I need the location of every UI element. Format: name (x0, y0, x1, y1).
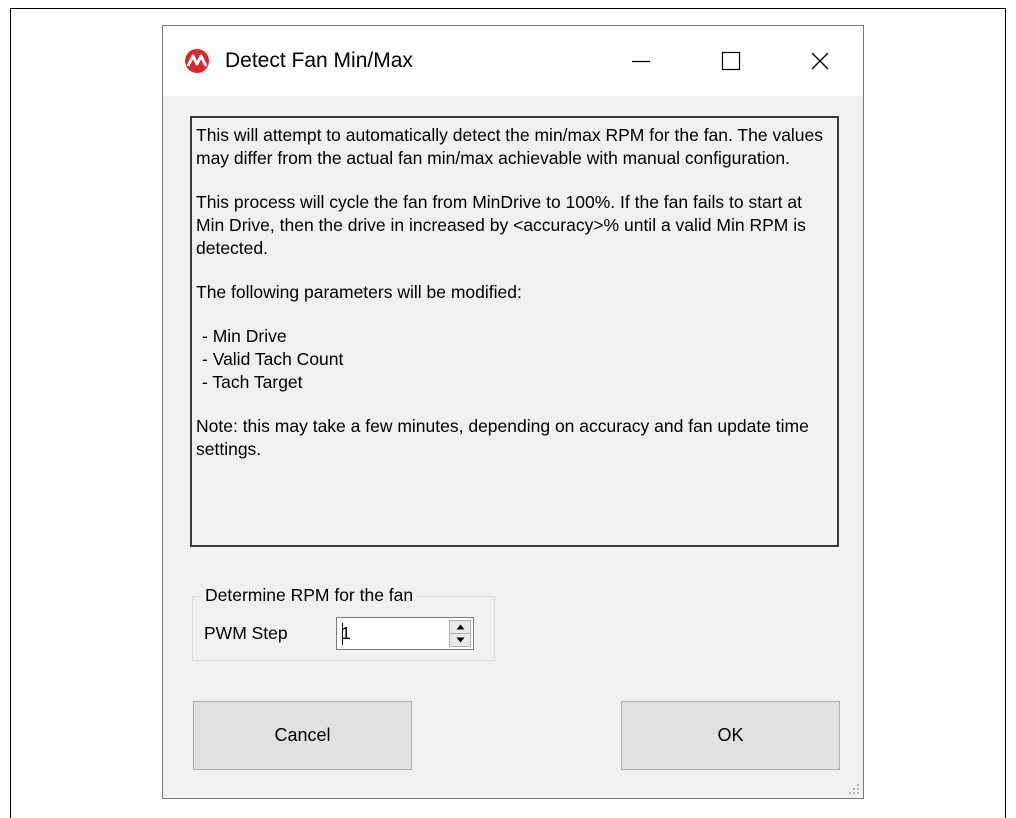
cancel-button[interactable]: Cancel (193, 701, 412, 770)
rpm-groupbox: Determine RPM for the fan PWM Step 1 (192, 584, 495, 661)
description-intro: This will attempt to automatically detec… (196, 125, 824, 168)
close-button[interactable] (775, 26, 865, 96)
parameter-item: - Tach Target (202, 372, 303, 392)
window-title: Detect Fan Min/Max (225, 49, 413, 72)
groupbox-legend: Determine RPM for the fan (202, 584, 417, 606)
minimize-button[interactable] (596, 26, 686, 96)
description-box: This will attempt to automatically detec… (190, 116, 839, 547)
increment-button[interactable] (450, 621, 470, 634)
title-bar[interactable]: Detect Fan Min/Max (163, 26, 863, 96)
app-logo-icon (185, 49, 209, 73)
description-process: This process will cycle the fan from Min… (196, 192, 806, 258)
arrow-down-icon (456, 637, 464, 643)
description-params-heading: The following parameters will be modifie… (196, 282, 522, 302)
ok-button[interactable]: OK (621, 701, 840, 770)
pwm-step-stepper[interactable]: 1 (336, 617, 474, 650)
detect-fan-dialog: Detect Fan Min/Max This will attempt to … (162, 25, 864, 799)
close-icon (811, 52, 829, 70)
parameter-list: - Min Drive - Valid Tach Count - Tach Ta… (196, 325, 833, 394)
minimize-icon (632, 60, 650, 63)
resize-grip-icon[interactable] (848, 783, 860, 795)
spin-buttons (449, 620, 471, 647)
parameter-item: - Valid Tach Count (202, 349, 344, 369)
decrement-button[interactable] (450, 634, 470, 646)
text-caret (342, 623, 343, 645)
parameter-item: - Min Drive (202, 326, 287, 346)
description-note: Note: this may take a few minutes, depen… (196, 416, 809, 459)
arrow-up-icon (456, 624, 464, 630)
maximize-icon (721, 51, 741, 71)
maximize-button[interactable] (686, 26, 776, 96)
pwm-step-label: PWM Step (204, 623, 288, 643)
